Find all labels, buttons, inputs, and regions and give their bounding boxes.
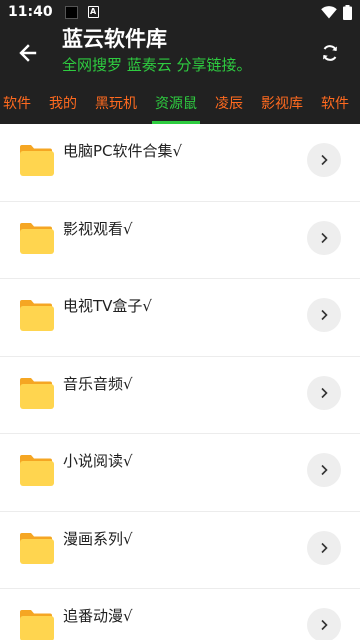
item-label: 小说阅读√ (63, 452, 133, 470)
open-button[interactable] (307, 530, 341, 565)
item-label: 电脑PC软件合集√ (63, 142, 183, 160)
folder-icon (20, 377, 54, 409)
list-item[interactable]: 电脑PC软件合集√ (0, 124, 360, 202)
open-button[interactable] (307, 220, 341, 255)
status-bar: 11:40 A (0, 0, 360, 24)
chevron-right-icon (321, 619, 328, 631)
tab-software-2[interactable]: 软件 (312, 82, 358, 124)
tab-mine[interactable]: 我的 (40, 82, 86, 124)
item-label: 漫画系列√ (63, 529, 133, 548)
arrow-left-icon (19, 44, 37, 62)
open-button[interactable] (307, 298, 341, 332)
item-label: 音乐音频√ (63, 374, 133, 393)
status-time: 11:40 (8, 4, 53, 20)
list-item[interactable]: 小说阅读√ (0, 434, 360, 512)
list-item[interactable]: 影视观看√ (0, 202, 360, 279)
list-item[interactable]: 电视TV盒子√ (0, 279, 360, 357)
folder-icon (20, 222, 54, 254)
back-button[interactable] (12, 37, 44, 69)
wifi-icon (321, 5, 337, 18)
refresh-icon (323, 45, 337, 61)
folder-icon (20, 532, 54, 564)
app-bar: 蓝云软件库 全网搜罗 蓝奏云 分享链接。 (0, 24, 360, 82)
tab-yingshiku[interactable]: 影视库 (252, 82, 312, 124)
tab-heiwanji[interactable]: 黑玩机 (86, 82, 146, 124)
list-item[interactable]: 音乐音频√ (0, 357, 360, 434)
a-notification-icon: A (87, 6, 99, 18)
chevron-right-icon (321, 154, 328, 166)
folder-icon (20, 300, 54, 331)
folder-icon (20, 455, 54, 486)
item-label: 影视观看√ (63, 219, 133, 238)
chevron-right-icon (321, 542, 328, 553)
page-subtitle: 全网搜罗 蓝奏云 分享链接。 (62, 56, 252, 74)
open-button[interactable] (307, 608, 341, 640)
tab-bar: 软件 我的 黑玩机 资源鼠 凌辰 影视库 软件 (0, 82, 360, 124)
tab-lingchen[interactable]: 凌辰 (206, 82, 252, 124)
open-button[interactable] (307, 453, 341, 487)
tab-ziyuanshu[interactable]: 资源鼠 (146, 82, 206, 124)
notification-icon (64, 5, 78, 19)
folder-icon (20, 610, 54, 640)
chevron-right-icon (321, 309, 328, 321)
chevron-right-icon (321, 387, 328, 398)
item-label: 追番动漫√ (63, 607, 133, 625)
battery-icon (343, 4, 352, 20)
folder-icon (20, 145, 54, 176)
refresh-button[interactable] (314, 37, 346, 69)
page-title: 蓝云软件库 (62, 27, 167, 51)
list-item[interactable]: 追番动漫√ (0, 589, 360, 640)
chevron-right-icon (321, 464, 328, 476)
tab-software[interactable]: 软件 (0, 82, 40, 124)
open-button[interactable] (307, 143, 341, 177)
open-button[interactable] (307, 375, 341, 410)
list-item[interactable]: 漫画系列√ (0, 512, 360, 589)
chevron-right-icon (321, 232, 328, 243)
folder-list: 电脑PC软件合集√ 影视观看√ 电视TV盒子√ 音乐音频√ 小说阅读√ 漫画系列… (0, 124, 360, 640)
item-label: 电视TV盒子√ (63, 297, 152, 315)
tab-list: 软件 我的 黑玩机 资源鼠 凌辰 影视库 软件 (0, 82, 358, 124)
